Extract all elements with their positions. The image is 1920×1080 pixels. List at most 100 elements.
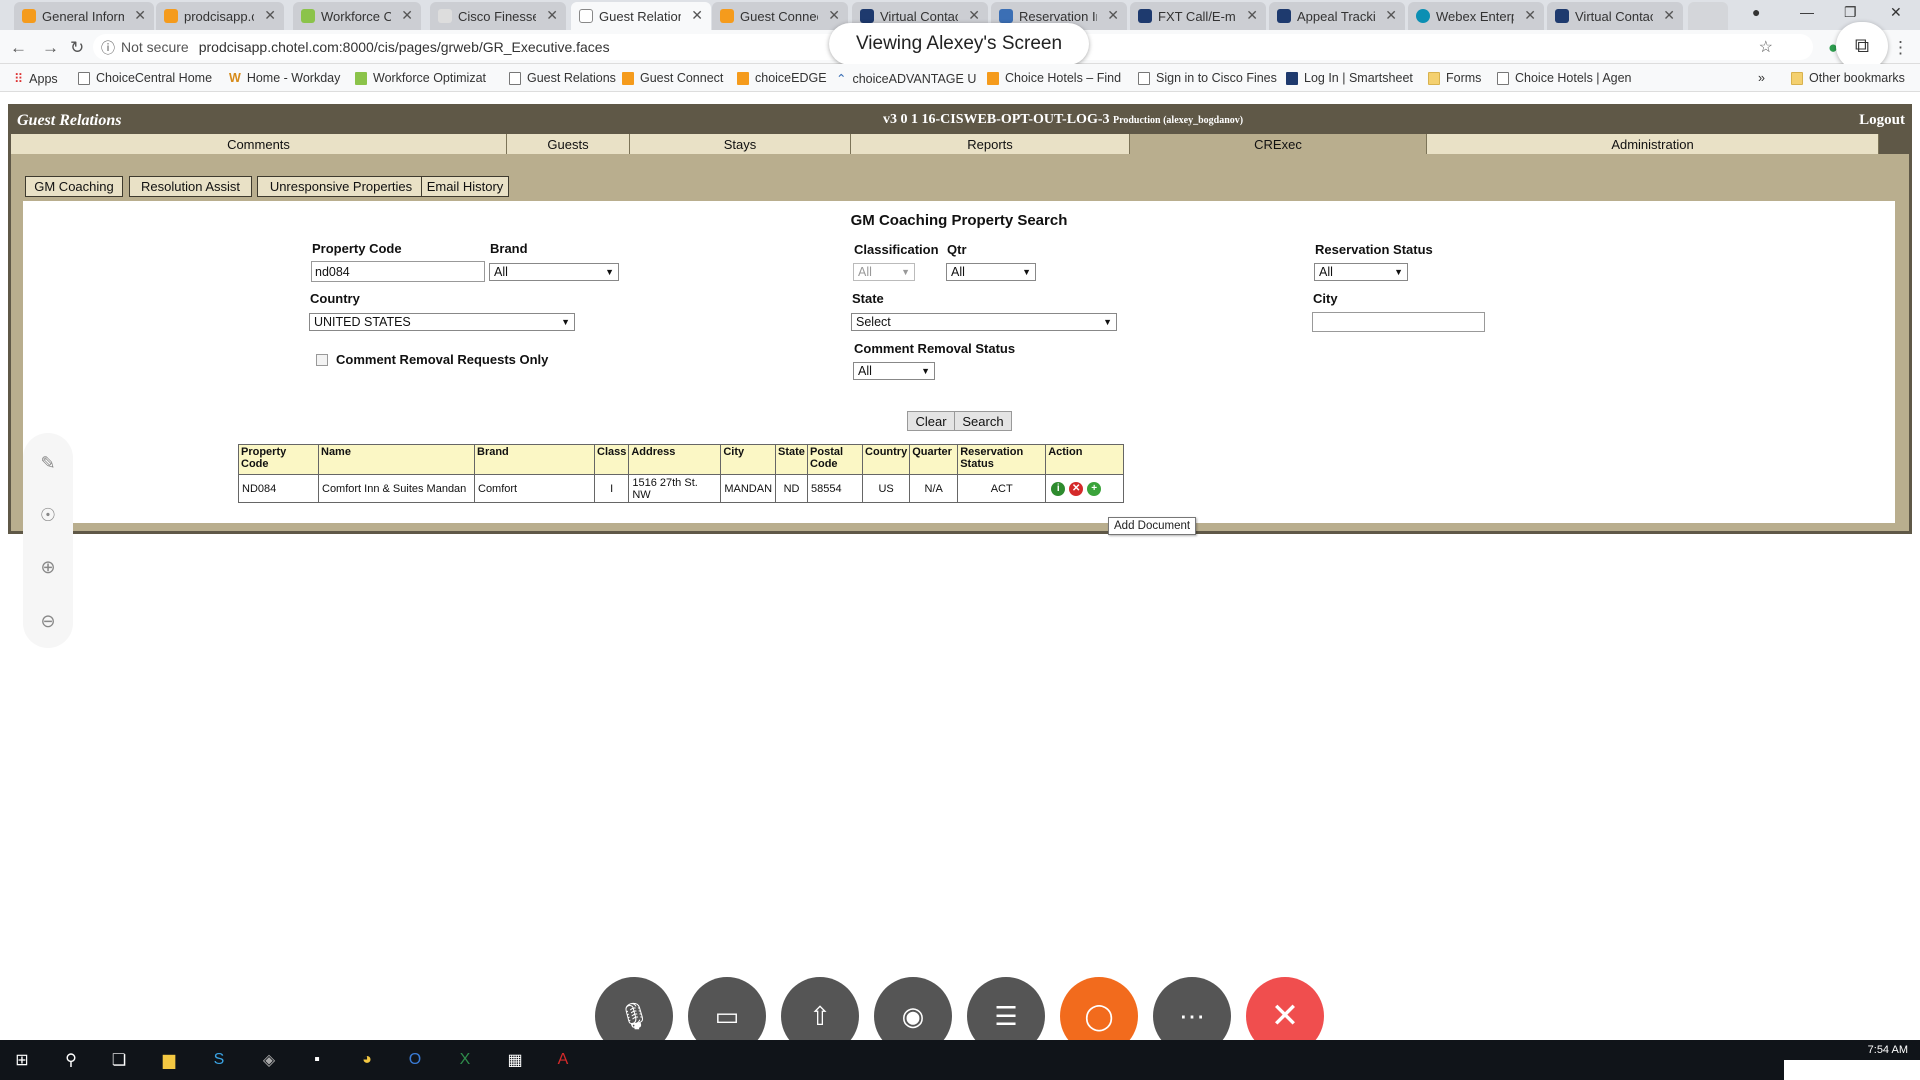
tab-administration[interactable]: Administration	[1427, 134, 1879, 154]
new-tab-button[interactable]	[1688, 2, 1728, 30]
comment-removal-only-checkbox[interactable]	[316, 354, 328, 366]
tab-comments[interactable]: Comments	[11, 134, 507, 154]
bookmark-item[interactable]: ⌃ choiceADVANTAGE U	[836, 71, 976, 87]
reload-icon[interactable]: ↻	[70, 38, 84, 58]
acrobat-icon[interactable]: A	[550, 1048, 576, 1072]
file-explorer-icon[interactable]: ▆	[156, 1048, 182, 1072]
zoom-out-icon[interactable]: ⊖	[23, 611, 73, 632]
back-icon[interactable]: ←	[10, 38, 27, 58]
browser-tab[interactable]: General Inform ✕	[14, 2, 154, 30]
bookmark-item[interactable]: Workforce Optimizat	[355, 71, 486, 85]
browser-tab[interactable]: Webex Enterpr ✕	[1408, 2, 1544, 30]
close-tab-icon[interactable]: ✕	[401, 7, 413, 24]
close-tab-icon[interactable]: ✕	[1663, 7, 1675, 24]
url-text: prodcisapp.chotel.com:8000/cis/pages/grw…	[198, 39, 610, 55]
unresponsive-properties-button[interactable]: Unresponsive Properties	[257, 176, 425, 197]
qtr-select[interactable]: All ▼	[946, 263, 1036, 281]
bookmark-item[interactable]: Guest Relations	[509, 71, 616, 85]
windows-start-icon[interactable]: ⊞	[9, 1048, 35, 1072]
info-icon[interactable]: i	[1051, 481, 1066, 496]
calculator-icon[interactable]: ▦	[502, 1048, 528, 1072]
task-view-icon[interactable]: ❏	[106, 1048, 132, 1072]
bookmarks-overflow-button[interactable]: »	[1758, 71, 1765, 85]
bookmark-item[interactable]: Choice Hotels – Find	[987, 71, 1121, 85]
browser-tab[interactable]: Appeal Trackin ✕	[1269, 2, 1405, 30]
column-header: Country	[862, 444, 911, 475]
browser-tab[interactable]: Cisco Finesse ✕	[430, 2, 566, 30]
skype-icon[interactable]: S	[206, 1048, 232, 1072]
info-icon[interactable]: ⓘ	[101, 38, 115, 58]
close-tab-icon[interactable]: ✕	[264, 7, 276, 24]
remote-control-icon[interactable]: ☉	[23, 505, 73, 526]
menu-icon[interactable]: ⋮	[1892, 38, 1909, 58]
state-select[interactable]: Select ▼	[851, 313, 1117, 331]
choiceadvantage-icon: ⌃	[836, 72, 847, 86]
zoom-in-icon[interactable]: ⊕	[23, 557, 73, 578]
other-bookmarks[interactable]: Other bookmarks	[1791, 71, 1905, 85]
country-select[interactable]: UNITED STATES ▼	[309, 313, 575, 331]
excel-icon[interactable]: X	[452, 1048, 478, 1072]
tab-stays[interactable]: Stays	[630, 134, 851, 154]
close-tab-icon[interactable]: ✕	[134, 7, 146, 24]
close-tab-icon[interactable]: ✕	[691, 7, 703, 24]
comment-removal-status-select[interactable]: All ▼	[853, 362, 935, 380]
bookmark-apps[interactable]: ⠿ Apps	[14, 71, 58, 87]
tab-reports[interactable]: Reports	[851, 134, 1130, 154]
tab-favicon-icon	[1138, 9, 1152, 23]
remove-icon[interactable]: ✕	[1069, 481, 1084, 496]
search-button[interactable]: Search	[954, 411, 1012, 431]
city-input[interactable]	[1312, 312, 1485, 332]
bookmark-item[interactable]: Choice Hotels | Agen	[1497, 71, 1632, 85]
close-tab-icon[interactable]: ✕	[1107, 7, 1119, 24]
dropdown-arrow-icon: ▼	[1103, 317, 1112, 327]
add-document-icon[interactable]: +	[1087, 481, 1102, 496]
brand-select[interactable]: All ▼	[489, 263, 619, 281]
close-tab-icon[interactable]: ✕	[546, 7, 558, 24]
bookmark-item[interactable]: Log In | Smartsheet	[1286, 71, 1413, 85]
close-tab-icon[interactable]: ✕	[968, 7, 980, 24]
close-tab-icon[interactable]: ✕	[1246, 7, 1258, 24]
search-icon[interactable]: ⚲	[58, 1048, 84, 1072]
bookmark-item[interactable]: ChoiceCentral Home	[78, 71, 212, 85]
workforce-icon	[355, 71, 367, 85]
outlook-icon[interactable]: O	[402, 1048, 428, 1072]
close-tab-icon[interactable]: ✕	[1385, 7, 1397, 24]
bookmark-item[interactable]: W Home - Workday	[229, 71, 340, 85]
profile-icon[interactable]: ●	[1752, 4, 1760, 20]
column-header: Name	[318, 444, 475, 475]
resolution-assist-button[interactable]: Resolution Assist	[129, 176, 252, 197]
tab-label: Virtual Contact	[880, 8, 958, 24]
close-tab-icon[interactable]: ✕	[1524, 7, 1536, 24]
gm-coaching-button[interactable]: GM Coaching	[25, 176, 123, 197]
browser-tab-active[interactable]: Guest Relation ✕	[571, 2, 711, 30]
webex-app-icon[interactable]: ◈	[256, 1048, 282, 1072]
bookmark-item[interactable]: choiceEDGE	[737, 71, 827, 85]
forward-icon[interactable]: →	[42, 38, 59, 58]
annotate-pen-icon[interactable]: ✎	[23, 453, 73, 474]
restore-icon[interactable]: ❐	[1844, 4, 1857, 21]
sticky-notes-icon[interactable]: ▪	[304, 1048, 330, 1072]
chrome-icon[interactable]: ◕	[354, 1048, 380, 1072]
bookmark-star-icon[interactable]: ☆	[1759, 37, 1773, 57]
tab-guests[interactable]: Guests	[507, 134, 630, 154]
close-tab-icon[interactable]: ✕	[828, 7, 840, 24]
close-window-icon[interactable]: ✕	[1890, 4, 1902, 21]
bookmark-item[interactable]: Forms	[1428, 71, 1481, 85]
reservation-status-select[interactable]: All ▼	[1314, 263, 1408, 281]
screen-share-toggle-icon[interactable]: ⧉	[1836, 22, 1888, 70]
classification-select[interactable]: All ▼	[853, 263, 915, 281]
browser-tab[interactable]: Virtual Contact ✕	[1547, 2, 1683, 30]
browser-tab[interactable]: Workforce Opt ✕	[293, 2, 421, 30]
email-history-button[interactable]: Email History	[421, 176, 509, 197]
logout-link[interactable]: Logout	[1859, 112, 1905, 129]
bookmark-item[interactable]: Sign in to Cisco Fines	[1138, 71, 1277, 85]
minimize-icon[interactable]: —	[1800, 4, 1814, 20]
browser-tab[interactable]: Guest Connect ✕	[712, 2, 848, 30]
clear-button[interactable]: Clear	[907, 411, 955, 431]
browser-tab[interactable]: prodcisapp.ch ✕	[156, 2, 284, 30]
not-secure-label: Not secure	[121, 39, 189, 55]
bookmark-item[interactable]: Guest Connect	[622, 71, 723, 85]
tab-crexec[interactable]: CRExec	[1130, 134, 1427, 154]
browser-tab[interactable]: FXT Call/E-mai ✕	[1130, 2, 1266, 30]
property-code-input[interactable]: nd084	[311, 261, 485, 282]
